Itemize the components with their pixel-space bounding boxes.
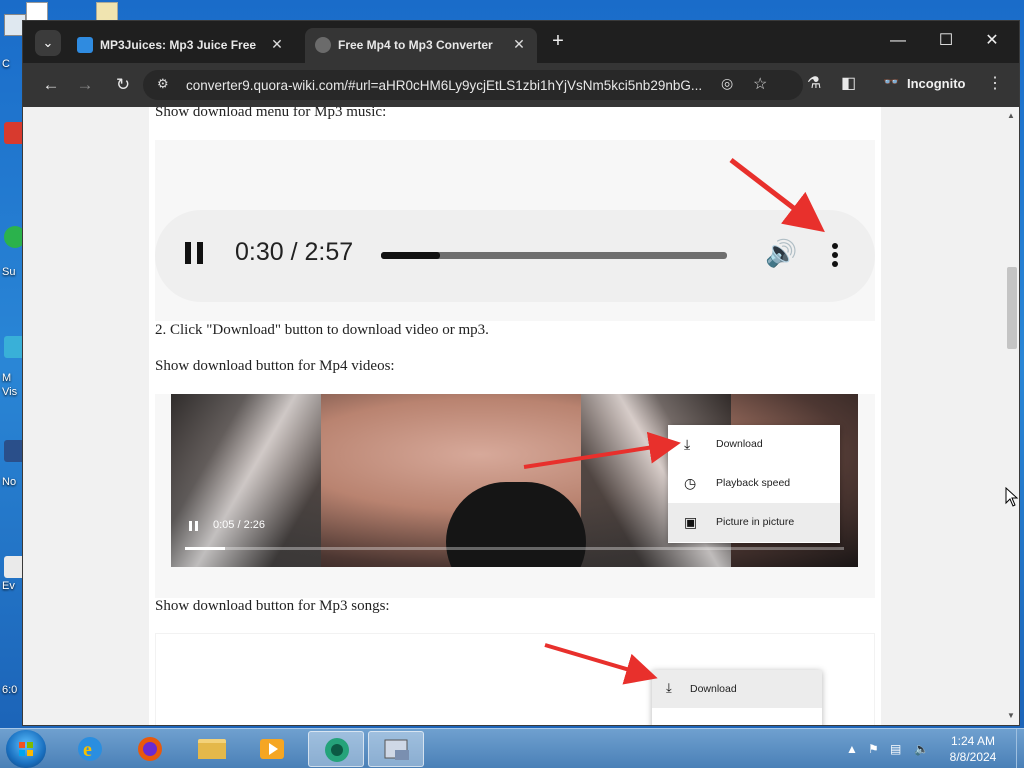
audio-progress-fill	[381, 252, 440, 259]
address-bar[interactable]: ⚙ converter9.quora-wiki.com/#url=aHR0cHM…	[143, 70, 803, 100]
tab-title: MP3Juices: Mp3 Juice Free MP	[100, 38, 260, 52]
volume-icon[interactable]: 🔊	[765, 238, 797, 269]
video-progress-fill	[185, 547, 225, 550]
desktop-label: Vis	[2, 386, 18, 398]
tab-mp3juices[interactable]: MP3Juices: Mp3 Juice Free MP ✕	[67, 28, 299, 63]
menu-item-label: Download	[690, 683, 737, 695]
video-context-menu: ⤓ Download ◷ Playback speed ▣ Picture in…	[668, 425, 840, 543]
tab-search-button[interactable]: ⌄	[35, 30, 61, 56]
star-icon[interactable]: ☆	[753, 74, 767, 94]
tab-title: Free Mp4 to Mp3 Converter	[338, 38, 493, 52]
menu-item-label: Playback speed	[716, 477, 791, 489]
video-demo-box: 0:05 / 2:26 ⤓ Download ◷ Playback speed …	[155, 394, 875, 598]
desktop-label: Su	[2, 266, 16, 278]
video-frame-microphone	[446, 482, 586, 567]
arrow-right-icon[interactable]: →	[73, 73, 97, 97]
download-icon: ⤓	[666, 680, 672, 695]
audio-progress-bar[interactable]	[381, 252, 727, 259]
audio-time: 0:30 / 2:57	[235, 238, 354, 266]
globe-icon	[315, 37, 331, 53]
video-progress-bar[interactable]	[185, 547, 844, 550]
mp3-demo-box: ⤓ Download	[155, 633, 875, 725]
volume-muted-icon[interactable]: 🔈	[914, 742, 929, 756]
paragraph-mp4-button: Show download button for Mp4 videos:	[155, 358, 395, 374]
page-viewport: Show download menu for Mp3 music: 0:30 /…	[23, 107, 1003, 725]
audio-player: 0:30 / 2:57 🔊	[155, 210, 875, 302]
menu-item-download[interactable]: ⤓ Download	[668, 425, 840, 464]
svg-text:e: e	[83, 739, 92, 761]
playback-speed-icon: ◷	[684, 475, 697, 491]
maximize-icon[interactable]: ☐	[923, 28, 969, 54]
mp3juices-favicon-icon	[77, 37, 93, 53]
menu-item-picture-in-picture[interactable]: ▣ Picture in picture	[668, 503, 840, 542]
menu-item-label: Picture in picture	[716, 516, 795, 528]
tab-strip: ⌄ MP3Juices: Mp3 Juice Free MP ✕ Free Mp…	[23, 21, 1019, 63]
minimize-icon[interactable]: —	[875, 28, 921, 54]
vertical-scrollbar[interactable]: ▲ ▼	[1003, 107, 1019, 725]
paragraph-mp3-button: Show download button for Mp3 songs:	[155, 598, 390, 614]
paragraph-step2: 2. Click "Download" button to download v…	[155, 322, 489, 338]
picture-in-picture-icon: ▣	[684, 514, 698, 530]
clock-date: 8/8/2024	[949, 750, 997, 764]
video-time: 0:05 / 2:26	[213, 519, 265, 531]
kebab-icon[interactable]: ⋮	[987, 73, 1003, 93]
menu-item-label: Download	[716, 438, 763, 450]
internet-explorer-icon[interactable]: e	[62, 731, 118, 767]
menu-item-download[interactable]: ⤓ Download	[652, 670, 822, 708]
download-icon: ⤓	[684, 436, 691, 452]
incognito-label[interactable]: Incognito	[907, 76, 966, 91]
clock-time: 1:24 AM	[950, 734, 996, 748]
more-options-icon[interactable]	[823, 242, 847, 270]
audio-demo-box: 0:30 / 2:57 🔊	[155, 140, 875, 321]
desktop-label: Ev	[2, 580, 15, 592]
incognito-icon: 👓	[883, 74, 900, 89]
screen-recorder-icon[interactable]	[368, 731, 424, 767]
browser-window: ⌄ MP3Juices: Mp3 Juice Free MP ✕ Free Mp…	[22, 20, 1020, 726]
close-tab-icon[interactable]: ✕	[267, 34, 287, 54]
tab-free-mp4-converter[interactable]: Free Mp4 to Mp3 Converter ✕	[305, 28, 537, 63]
article-content: Show download menu for Mp3 music: 0:30 /…	[149, 107, 881, 725]
close-window-icon[interactable]: ✕	[969, 28, 1015, 54]
side-panel-icon[interactable]: ◧	[841, 73, 856, 93]
scroll-up-icon[interactable]: ▲	[1007, 111, 1015, 120]
desktop-label: C	[2, 58, 10, 70]
show-desktop-button[interactable]	[1016, 729, 1024, 768]
system-clock[interactable]: 1:24 AM 8/8/2024	[938, 733, 1008, 765]
arrow-left-icon[interactable]: ←	[39, 73, 63, 97]
pause-icon[interactable]	[185, 242, 205, 268]
pause-icon[interactable]	[189, 521, 199, 532]
close-tab-icon[interactable]: ✕	[509, 34, 529, 54]
reload-icon[interactable]: ↻	[111, 73, 135, 97]
video-frame-chair	[171, 394, 321, 567]
browser-toolbar: ← → ↻ ⚙ converter9.quora-wiki.com/#url=a…	[23, 63, 1019, 107]
mp3-context-menu: ⤓ Download	[652, 670, 822, 725]
desktop-label: No	[2, 476, 17, 488]
app-icon[interactable]	[308, 731, 364, 767]
action-center-flag-icon[interactable]: ⚑	[868, 742, 879, 756]
url-text[interactable]: converter9.quora-wiki.com/#url=aHR0cHM6L…	[186, 78, 702, 93]
menu-item-playback-speed[interactable]: ◷ Playback speed	[668, 464, 840, 503]
plus-icon[interactable]: +	[546, 30, 570, 53]
flask-icon[interactable]: ⚗	[807, 73, 821, 93]
file-explorer-icon[interactable]	[184, 731, 240, 767]
firefox-icon[interactable]	[122, 731, 178, 767]
taskbar: e ▲ ⚑ ▤ 🔈 1:24 AM 8/8/2024	[0, 728, 1024, 768]
paragraph-mp3-menu: Show download menu for Mp3 music:	[155, 107, 387, 120]
desktop-label: 6:0	[2, 684, 18, 696]
windows-logo-icon	[19, 742, 33, 756]
eye-off-icon[interactable]: ◎	[721, 75, 733, 92]
scrollbar-thumb[interactable]	[1007, 267, 1017, 349]
mouse-cursor-icon	[1005, 486, 1019, 507]
chevron-down-icon: ⌄	[42, 35, 54, 50]
video-player: 0:05 / 2:26 ⤓ Download ◷ Playback speed …	[171, 394, 858, 567]
media-player-icon[interactable]	[244, 731, 300, 767]
desktop-label: M	[2, 372, 12, 384]
tune-icon[interactable]: ⚙	[157, 76, 169, 92]
show-hidden-icons-icon[interactable]: ▲	[846, 742, 858, 756]
scroll-down-icon[interactable]: ▼	[1007, 711, 1015, 720]
start-button[interactable]	[6, 730, 46, 768]
network-icon[interactable]: ▤	[890, 742, 901, 756]
